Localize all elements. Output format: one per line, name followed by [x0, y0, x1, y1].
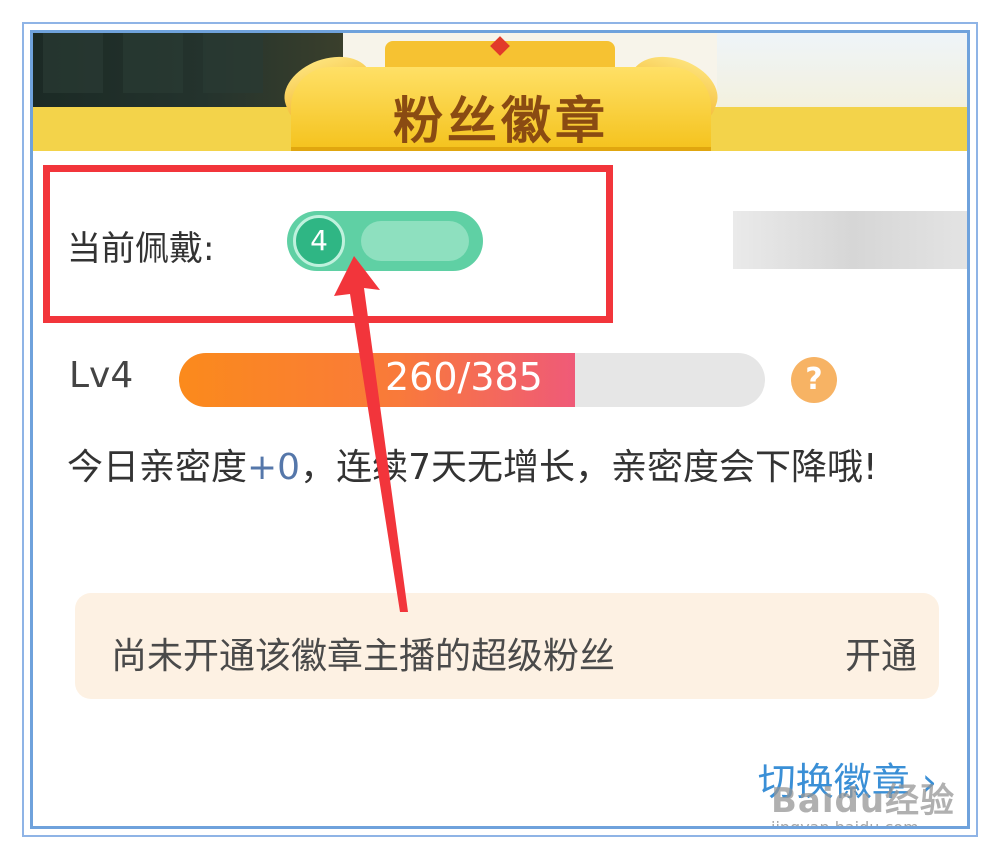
- notice-text-2: ，连续7天无增长，亲密度会下降哦!: [300, 447, 878, 488]
- notice-plus-value: +0: [247, 447, 301, 488]
- title-plaque: 粉丝徽章: [291, 67, 711, 151]
- intimacy-notice: 今日亲密度+0，连续7天无增长，亲密度会下降哦!: [67, 433, 947, 503]
- help-icon[interactable]: ?: [791, 357, 837, 403]
- page-title: 粉丝徽章: [393, 92, 609, 150]
- level-label: Lv4: [69, 355, 134, 396]
- current-badge-label: 当前佩戴:: [67, 229, 215, 269]
- watermark-main: Baidu经验: [771, 781, 956, 821]
- blurred-badge-name: [361, 221, 469, 261]
- super-fan-bar: 尚未开通该徽章主播的超级粉丝 开通: [75, 593, 939, 699]
- badge-level: 4: [310, 224, 328, 257]
- fan-badge-panel: 粉丝徽章 当前佩戴: 4 Lv4 260/385 ? 今日亲密度+0，连续7天无…: [30, 30, 970, 829]
- open-super-fan-button[interactable]: 开通: [845, 627, 917, 679]
- heart-level-icon: 4: [293, 215, 345, 267]
- super-fan-text: 尚未开通该徽章主播的超级粉丝: [111, 636, 616, 677]
- current-fan-badge[interactable]: 4: [287, 211, 483, 271]
- notice-text-1: 今日亲密度: [67, 447, 248, 488]
- header-banner: 粉丝徽章: [33, 33, 967, 151]
- progress-value: 260/385: [385, 355, 543, 399]
- watermark: Baidu经验 jingyan.baidu.com: [771, 773, 961, 826]
- blurred-anchor-name: [733, 211, 967, 269]
